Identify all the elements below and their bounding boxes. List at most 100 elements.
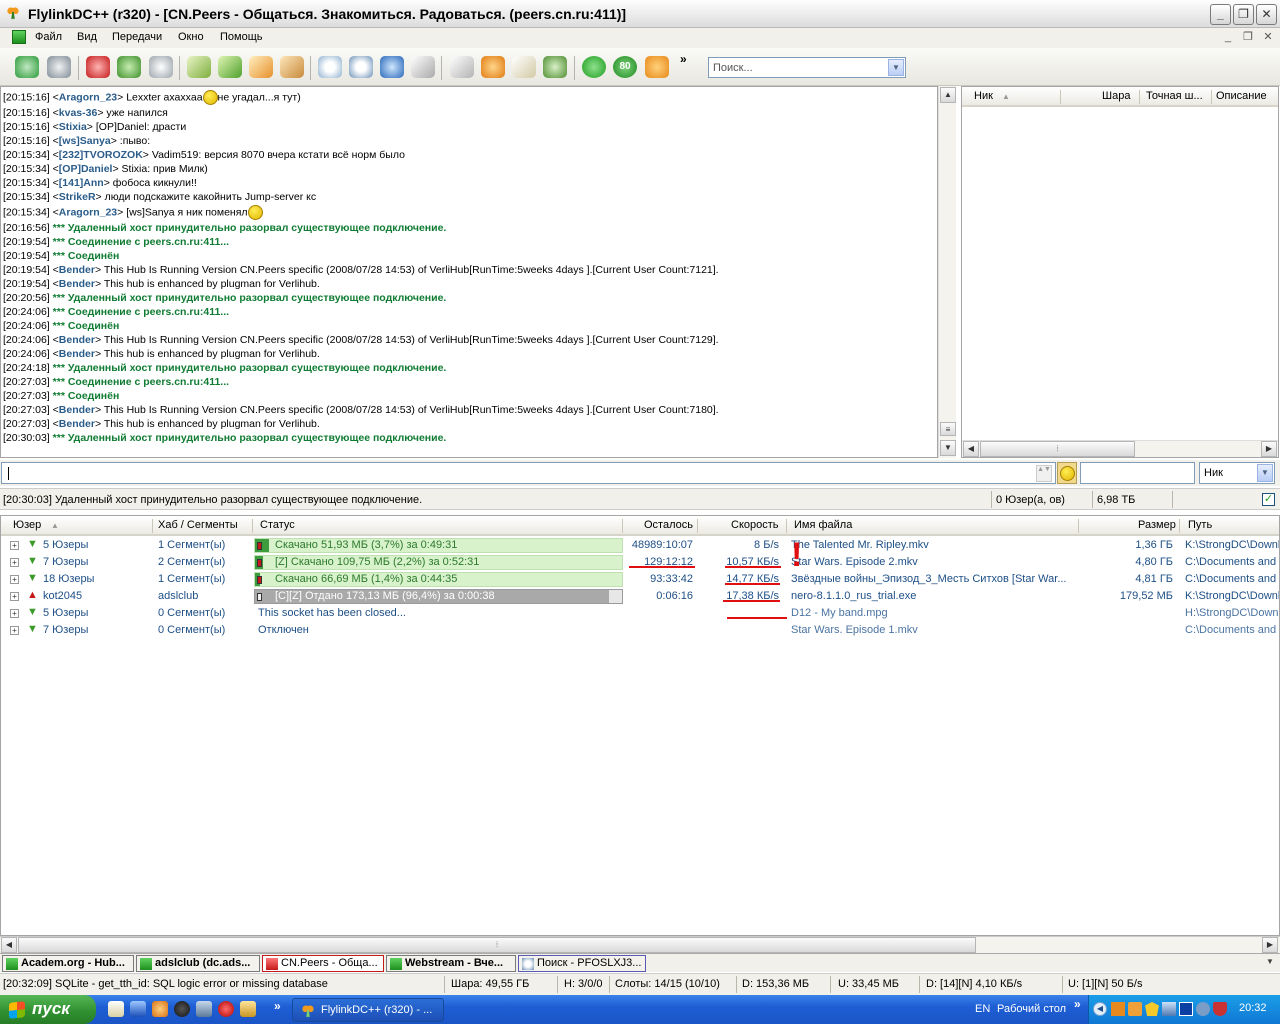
chat-nick[interactable]: Aragorn_23 <box>59 91 117 103</box>
tray-flylink-icon[interactable] <box>1128 1002 1142 1016</box>
tray-antivirus-icon[interactable] <box>1213 1002 1227 1016</box>
show-userlist-checkbox[interactable]: ✓ <box>1262 493 1275 506</box>
menu-transfers[interactable]: Передачи <box>112 31 162 43</box>
user-list-hscrollbar[interactable]: ◀ ⦙ ▶ <box>962 440 1278 457</box>
search-input[interactable]: Поиск... ▼ <box>708 57 906 78</box>
transfer-row[interactable]: + ▼ 5 Юзеры 1 Сегмент(ы) Скачано 51,93 МБ (3… <box>1 537 1279 554</box>
scroll-thumb[interactable]: ≡ <box>940 422 956 436</box>
public-hubs-icon[interactable] <box>481 56 505 78</box>
tray-expand-icon[interactable]: ◀ <box>1093 1002 1107 1016</box>
tray-media-icon[interactable] <box>1179 1002 1193 1016</box>
transfers-hscrollbar[interactable]: ◀ ⦙ ▶ <box>0 936 1280 953</box>
scroll-right-icon[interactable]: ▶ <box>1261 441 1277 457</box>
col-share[interactable]: Шара <box>1102 90 1130 102</box>
scroll-up-icon[interactable]: ▲ <box>940 87 956 103</box>
scroll-right-icon[interactable]: ▶ <box>1262 937 1278 953</box>
start-button[interactable]: пуск <box>0 995 96 1024</box>
chevron-down-icon[interactable]: ▼ <box>888 59 904 76</box>
chat-nick[interactable]: Bender <box>59 278 95 290</box>
quicklaunch-more-icon[interactable]: » <box>274 999 281 1013</box>
scroll-thumb[interactable]: ⦙ <box>18 937 976 953</box>
tab-webstream[interactable]: Webstream - Вче... <box>386 955 516 972</box>
maximize-button[interactable]: ❐ <box>1233 4 1254 25</box>
quicklaunch-notepad-icon[interactable] <box>108 1001 124 1017</box>
col-status[interactable]: Статус <box>260 519 295 531</box>
tab-adslclub[interactable]: adslclub (dc.ads... <box>136 955 260 972</box>
transfer-row[interactable]: + ▼ 7 Юзеры 0 Сегмент(ы) Отключен Star Wars. … <box>1 622 1279 639</box>
quicklaunch-drive-icon[interactable] <box>196 1001 212 1017</box>
close-button[interactable]: ✕ <box>1256 4 1277 25</box>
col-user[interactable]: Юзер <box>13 519 41 531</box>
user-list[interactable]: Ник ▲ Шара Точная ш... Описание ◀ ⦙ ▶ <box>961 86 1279 458</box>
chat-scrollbar[interactable]: ▲ ≡ ▼ <box>938 86 956 458</box>
follow-redirect-icon[interactable] <box>47 56 71 78</box>
menu-help[interactable]: Помощь <box>220 31 263 43</box>
quicklaunch-opera-icon[interactable] <box>218 1001 234 1017</box>
chat-nick[interactable]: Bender <box>59 334 95 346</box>
chat-nick[interactable]: Bender <box>59 264 95 276</box>
transfer-row[interactable]: + ▼ 18 Юзеры 1 Сегмент(ы) Скачано 66,69 МБ (… <box>1 571 1279 588</box>
settings-icon[interactable] <box>512 56 536 78</box>
scroll-down-icon[interactable]: ▼ <box>940 440 956 456</box>
scroll-left-icon[interactable]: ◀ <box>1 937 17 953</box>
favorite-hubs-icon[interactable] <box>86 56 110 78</box>
chat-nick[interactable]: [ws]Sanya <box>59 135 111 147</box>
tray-app-icon[interactable] <box>1111 1002 1125 1016</box>
recent-hubs-icon[interactable] <box>149 56 173 78</box>
quicklaunch-desktop-icon[interactable] <box>130 1001 146 1017</box>
quicklaunch-player-icon[interactable] <box>174 1001 190 1017</box>
mdi-close-button[interactable]: ✕ <box>1260 30 1276 46</box>
col-size[interactable]: Размер <box>1138 519 1176 531</box>
chat-nick[interactable]: kvas-36 <box>59 107 98 119</box>
mdi-minimize-button[interactable]: _ <box>1220 30 1236 46</box>
col-filename[interactable]: Имя файла <box>794 519 852 531</box>
transfer-row[interactable]: + ▼ 5 Юзеры 0 Сегмент(ы) This socket has bee… <box>1 605 1279 622</box>
chat-nick[interactable]: Bender <box>59 418 95 430</box>
tab-search[interactable]: Поиск - PFOSLXJ3... <box>518 955 646 972</box>
col-exact-share[interactable]: Точная ш... <box>1146 90 1203 102</box>
search-icon[interactable] <box>318 56 342 78</box>
chat-nick[interactable]: [OP]Daniel <box>59 163 113 175</box>
chat-log[interactable]: [20:15:16] <Aragorn_23> Lexxter ахахxаа н… <box>0 86 938 458</box>
tabs-scroll-icon[interactable]: ▼ <box>1266 957 1274 966</box>
transfer-row[interactable]: + ▲ kot2045 adslclub [C][Z] Отдано 173,13 МБ… <box>1 588 1279 605</box>
quicklaunch-firefox-icon[interactable] <box>152 1001 168 1017</box>
tray-shield-icon[interactable] <box>1145 1002 1159 1016</box>
desktop-toolbar-more-icon[interactable]: » <box>1074 997 1081 1011</box>
tray-network-icon[interactable] <box>1162 1002 1176 1016</box>
open-filelist-icon[interactable] <box>450 56 474 78</box>
search-spy-icon[interactable] <box>380 56 404 78</box>
minimize-button[interactable]: _ <box>1210 4 1231 25</box>
nick-filter-input[interactable] <box>1080 462 1195 484</box>
smiley-button[interactable] <box>1057 462 1077 484</box>
favorite-users-icon[interactable] <box>117 56 141 78</box>
scroll-thumb[interactable]: ⦙ <box>980 441 1135 457</box>
chat-nick[interactable]: Bender <box>59 404 95 416</box>
mdi-restore-button[interactable]: ❐ <box>1240 30 1256 46</box>
scroll-left-icon[interactable]: ◀ <box>963 441 979 457</box>
transfers-list[interactable]: Юзер ▲ Хаб / Сегменты Статус Осталось Ск… <box>0 515 1280 936</box>
tray-sound-icon[interactable] <box>1196 1002 1210 1016</box>
finished-uploads-icon[interactable] <box>280 56 304 78</box>
col-time-left[interactable]: Осталось <box>644 519 693 531</box>
tab-academ[interactable]: Academ.org - Hub... <box>2 955 134 972</box>
col-description[interactable]: Описание <box>1216 90 1267 102</box>
spin-icon[interactable]: ▲▼ <box>1036 465 1052 482</box>
desktop-toolbar-label[interactable]: Рабочий стол <box>997 1003 1066 1015</box>
chevron-down-icon[interactable]: ▼ <box>1257 464 1273 482</box>
expand-icon[interactable]: + <box>10 626 19 635</box>
chat-nick[interactable]: Aragorn_23 <box>59 206 117 218</box>
chat-nick[interactable]: StrikeR <box>59 191 96 203</box>
tab-cn-peers[interactable]: CN.Peers - Обща... <box>262 955 384 972</box>
limiter-icon[interactable]: 80 <box>613 56 637 78</box>
chat-nick[interactable]: [141]Ann <box>59 177 104 189</box>
menu-window[interactable]: Окно <box>178 31 204 43</box>
network-stats-icon[interactable] <box>543 56 567 78</box>
adl-search-icon[interactable] <box>349 56 373 78</box>
col-nick[interactable]: Ник <box>974 90 993 102</box>
menu-file[interactable]: Файл <box>35 31 62 43</box>
upload-queue-icon[interactable] <box>249 56 273 78</box>
col-path[interactable]: Путь <box>1188 519 1212 531</box>
download-queue-icon[interactable] <box>187 56 211 78</box>
away-icon[interactable] <box>582 56 606 78</box>
